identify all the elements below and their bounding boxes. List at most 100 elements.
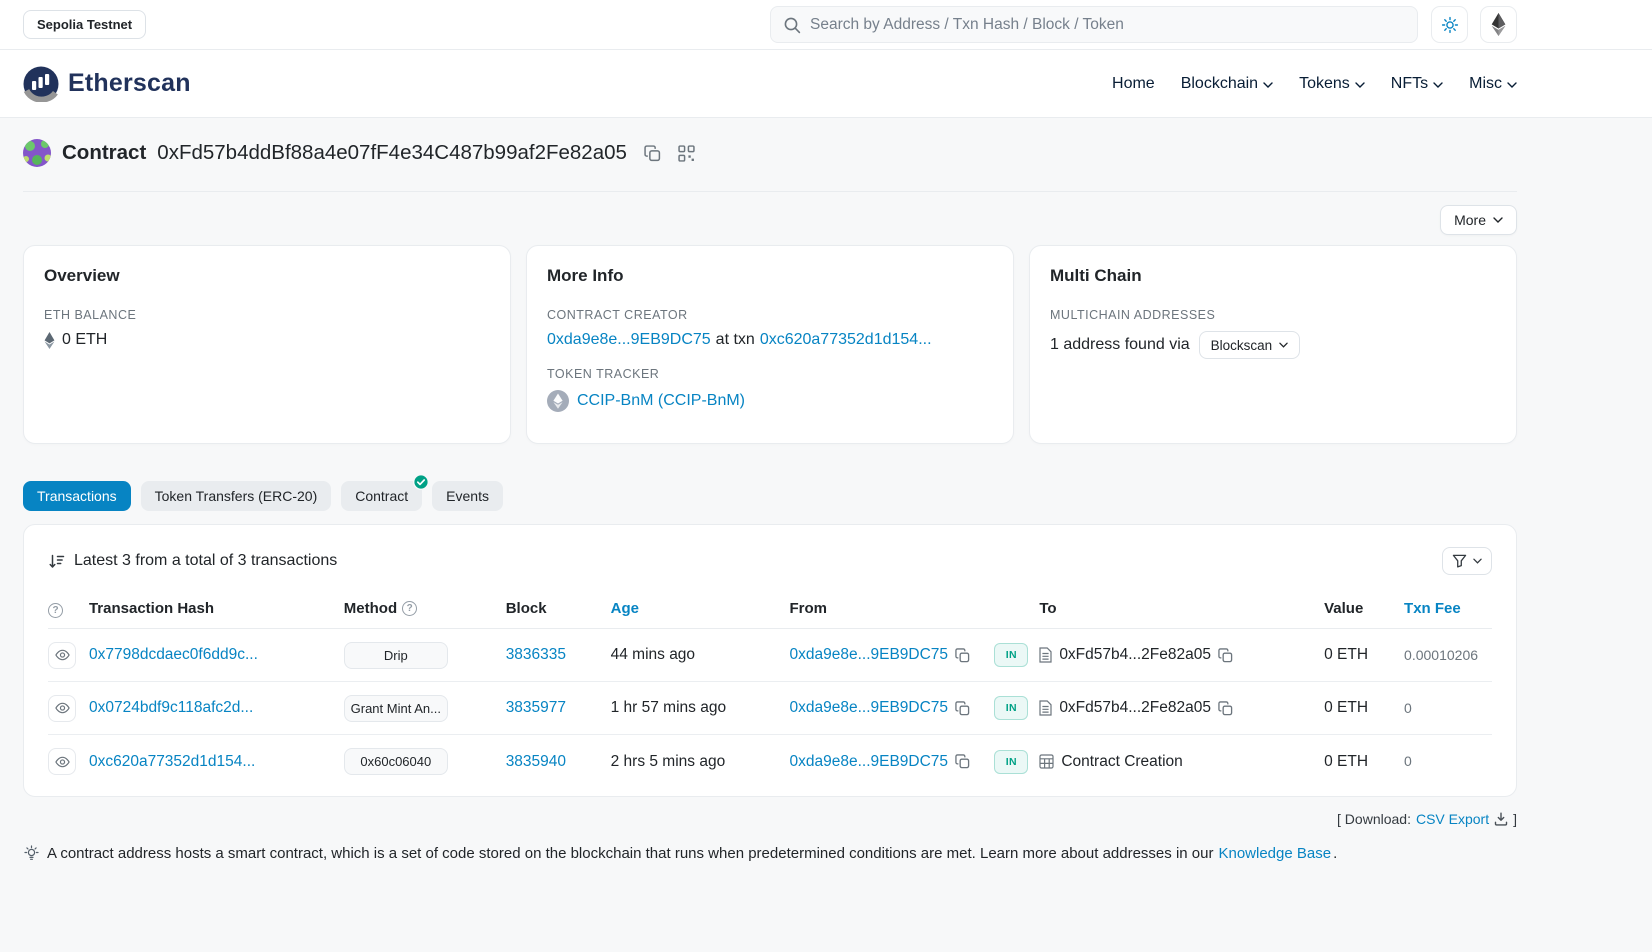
overview-card: Overview ETH BALANCE 0 ETH [23, 245, 511, 444]
copy-icon[interactable] [1218, 648, 1233, 663]
method-badge: Grant Mint An... [344, 695, 448, 722]
footer-note-text: A contract address hosts a smart contrac… [47, 845, 1213, 862]
nav-nfts[interactable]: NFTs [1391, 75, 1443, 93]
search-icon [783, 16, 801, 34]
header-txn-fee[interactable]: Txn Fee [1404, 600, 1461, 617]
blockscan-dropdown[interactable]: Blockscan [1199, 331, 1301, 359]
tab-token-transfers[interactable]: Token Transfers (ERC-20) [141, 481, 332, 511]
txn-hash-link[interactable]: 0x7798dcdaec0f6dd9c... [89, 646, 258, 663]
nav-misc[interactable]: Misc [1469, 75, 1517, 93]
multichain-card: Multi Chain MULTICHAIN ADDRESSES 1 addre… [1029, 245, 1517, 444]
copy-icon[interactable] [955, 701, 970, 716]
direction-badge: IN [994, 750, 1028, 774]
search-input[interactable] [810, 16, 1405, 34]
copy-icon[interactable] [1218, 701, 1233, 716]
nav-home[interactable]: Home [1112, 75, 1155, 93]
block-link[interactable]: 3836335 [506, 646, 566, 663]
from-address-link[interactable]: 0xda9e8e...9EB9DC75 [789, 646, 948, 664]
method-badge: Drip [344, 642, 448, 669]
preview-txn-button[interactable] [48, 748, 76, 775]
creator-connector-text: at txn [716, 331, 755, 349]
qr-code-button[interactable] [678, 145, 695, 162]
etherscan-logo[interactable]: Etherscan [23, 66, 191, 102]
tab-contract[interactable]: Contract [341, 481, 422, 511]
theme-toggle-button[interactable] [1431, 6, 1468, 43]
nav-label: NFTs [1391, 75, 1428, 93]
qr-code-icon [678, 145, 695, 162]
txn-fee-text: 0 [1404, 753, 1412, 769]
transactions-summary: Latest 3 from a total of 3 transactions [74, 552, 337, 570]
age-text: 44 mins ago [611, 646, 695, 663]
copy-icon [644, 145, 661, 162]
more-info-card-title: More Info [547, 266, 993, 286]
method-badge: 0x60c06040 [344, 748, 448, 775]
block-link[interactable]: 3835940 [506, 753, 566, 770]
txn-hash-link[interactable]: 0x0724bdf9c118afc2d... [89, 699, 253, 716]
preview-txn-button[interactable] [48, 695, 76, 722]
txn-fee-text: 0 [1404, 700, 1412, 716]
funnel-icon [1452, 554, 1467, 568]
token-tracker-link[interactable]: CCIP-BnM (CCIP-BnM) [577, 392, 745, 410]
multichain-addresses-label: MULTICHAIN ADDRESSES [1050, 308, 1496, 322]
preview-txn-button[interactable] [48, 642, 76, 669]
eth-balance-label: ETH BALANCE [44, 308, 490, 322]
etherscan-logo-icon [23, 66, 59, 102]
network-switch-button[interactable] [1480, 6, 1517, 43]
transactions-panel: Latest 3 from a total of 3 transactions … [23, 524, 1517, 797]
network-badge[interactable]: Sepolia Testnet [23, 10, 146, 39]
more-button[interactable]: More [1440, 205, 1517, 235]
contract-file-icon [1039, 700, 1052, 716]
footer-note: A contract address hosts a smart contrac… [23, 845, 1517, 862]
knowledge-base-link[interactable]: Knowledge Base [1218, 845, 1331, 862]
age-text: 1 hr 57 mins ago [611, 699, 726, 716]
nav-tokens[interactable]: Tokens [1299, 75, 1365, 93]
copy-icon[interactable] [955, 754, 970, 769]
contract-creation-icon [1039, 754, 1054, 769]
main-content: Contract 0xFd57b4ddBf88a4e07fF4e34C487b9… [0, 118, 1652, 902]
copy-icon[interactable] [955, 648, 970, 663]
search-box[interactable] [770, 6, 1418, 43]
nav-label: Blockchain [1181, 75, 1258, 93]
header-value: Value [1324, 600, 1404, 617]
header-block: Block [506, 600, 611, 617]
contract-creation-text: Contract Creation [1061, 753, 1182, 771]
overview-card-title: Overview [44, 266, 490, 286]
header-to: To [1039, 600, 1324, 617]
help-icon [402, 601, 417, 616]
header-age[interactable]: Age [611, 600, 639, 617]
contract-address: 0xFd57b4ddBf88a4e07fF4e34C487b99af2Fe82a… [157, 141, 627, 165]
chevron-down-icon [1263, 82, 1273, 88]
tab-events[interactable]: Events [432, 481, 503, 511]
multichain-found-text: 1 address found via [1050, 336, 1190, 354]
nav-label: Home [1112, 75, 1155, 93]
header-method: Method [344, 600, 397, 617]
txn-hash-link[interactable]: 0xc620a77352d1d154... [89, 753, 255, 770]
from-address-link[interactable]: 0xda9e8e...9EB9DC75 [789, 753, 948, 771]
creator-txn-link[interactable]: 0xc620a77352d1d154... [760, 331, 932, 349]
copy-address-button[interactable] [644, 145, 661, 162]
title-divider [23, 191, 1517, 192]
token-icon [547, 390, 569, 412]
direction-badge: IN [994, 643, 1028, 667]
filter-button[interactable] [1442, 547, 1492, 575]
help-icon [48, 603, 63, 618]
csv-export-link[interactable]: CSV Export [1416, 811, 1489, 827]
nav-label: Misc [1469, 75, 1502, 93]
to-address-text: 0xFd57b4...2Fe82a05 [1059, 646, 1211, 664]
table-header-row: Transaction Hash Method Block Age From T… [48, 589, 1492, 629]
chevron-down-icon [1279, 342, 1288, 348]
from-address-link[interactable]: 0xda9e8e...9EB9DC75 [789, 699, 948, 717]
tab-transactions[interactable]: Transactions [23, 481, 131, 511]
nav-blockchain[interactable]: Blockchain [1181, 75, 1273, 93]
more-info-card: More Info CONTRACT CREATOR 0xda9e8e...9E… [526, 245, 1014, 444]
eth-balance-value: 0 ETH [62, 331, 107, 349]
token-tracker-label: TOKEN TRACKER [547, 367, 993, 381]
direction-badge: IN [994, 696, 1028, 720]
contract-avatar [23, 139, 51, 167]
value-text: 0 ETH [1324, 646, 1368, 663]
eye-icon [55, 756, 70, 768]
creator-address-link[interactable]: 0xda9e8e...9EB9DC75 [547, 331, 711, 349]
chevron-down-icon [1507, 82, 1517, 88]
to-address-text: 0xFd57b4...2Fe82a05 [1059, 699, 1211, 717]
block-link[interactable]: 3835977 [506, 699, 566, 716]
